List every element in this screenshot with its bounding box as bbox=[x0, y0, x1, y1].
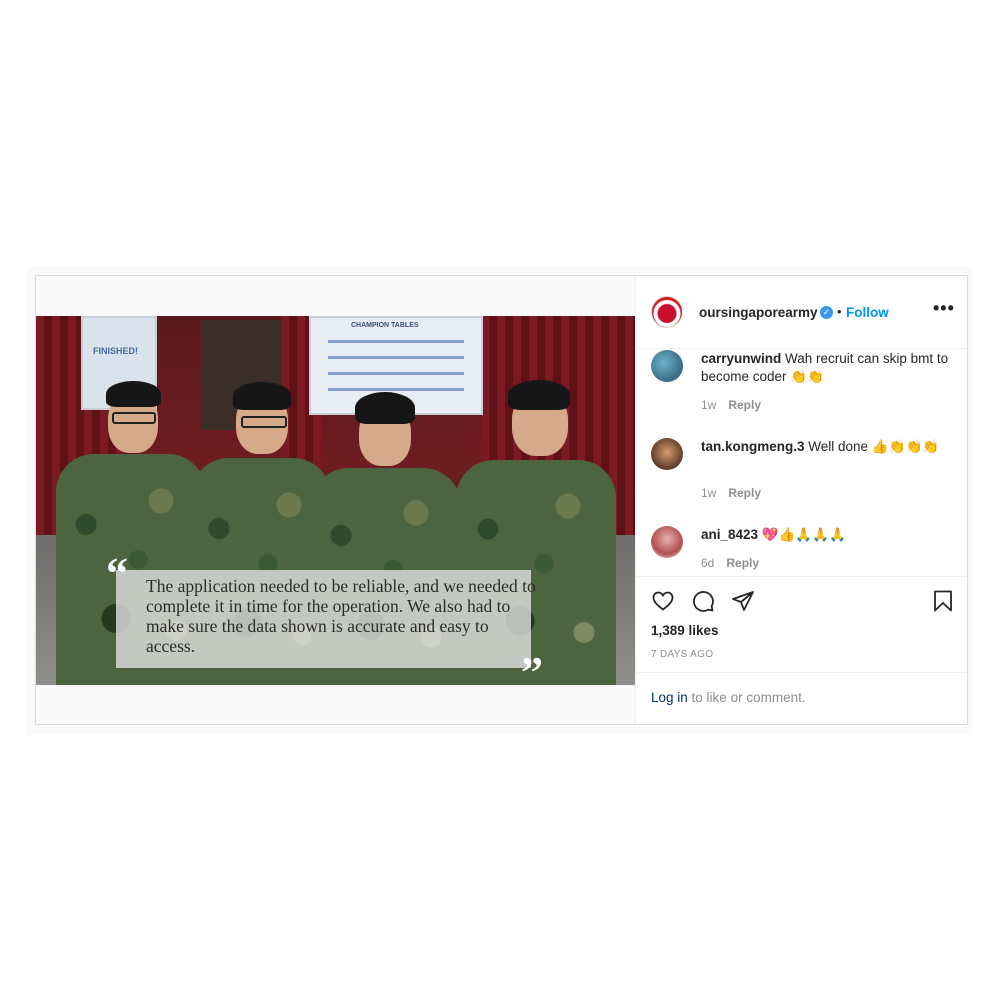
screen-left-title: FINISHED! bbox=[93, 346, 138, 356]
comment-text-block: carryunwind Wah recruit can skip bmt to … bbox=[701, 350, 951, 386]
username[interactable]: oursingaporearmy bbox=[699, 305, 818, 320]
login-link[interactable]: Log in bbox=[651, 690, 688, 705]
comment-time[interactable]: 1w bbox=[701, 398, 716, 412]
comment-username[interactable]: carryunwind bbox=[701, 351, 781, 366]
comment-time[interactable]: 1w bbox=[701, 486, 716, 500]
login-prompt: Log in to like or comment. bbox=[635, 672, 967, 725]
comment-body: Well done 👍👏👏👏 bbox=[808, 439, 940, 454]
comment-username[interactable]: tan.kongmeng.3 bbox=[701, 439, 805, 454]
comment-text-block: tan.kongmeng.3 Well done 👍👏👏👏 bbox=[701, 438, 951, 456]
quote-close-mark: ” bbox=[521, 648, 543, 686]
more-options-icon[interactable]: ••• bbox=[933, 298, 955, 319]
reply-button[interactable]: Reply bbox=[728, 398, 761, 412]
comment-body: 💖👍🙏🙏🙏 bbox=[761, 527, 846, 542]
screen-right-title: CHAMPION TABLES bbox=[351, 322, 419, 329]
comment-text-block: ani_8423 💖👍🙏🙏🙏 bbox=[701, 526, 951, 544]
profile-avatar[interactable] bbox=[651, 296, 683, 328]
comments-list[interactable]: carryunwind Wah recruit can skip bmt to … bbox=[635, 348, 967, 576]
heart-icon[interactable] bbox=[651, 589, 675, 618]
commenter-avatar[interactable] bbox=[651, 350, 683, 382]
commenter-avatar[interactable] bbox=[651, 526, 683, 558]
commenter-avatar[interactable] bbox=[651, 438, 683, 470]
login-suffix: to like or comment. bbox=[687, 690, 806, 705]
separator: • bbox=[837, 304, 842, 319]
comment-username[interactable]: ani_8423 bbox=[701, 527, 758, 542]
quote-text: The application needed to be reliable, a… bbox=[146, 576, 536, 656]
reply-button[interactable]: Reply bbox=[726, 556, 759, 570]
post-header: oursingaporearmy ✓ • Follow ••• bbox=[635, 276, 967, 349]
post-side-panel: oursingaporearmy ✓ • Follow ••• carryunw… bbox=[635, 276, 967, 724]
comment-time[interactable]: 6d bbox=[701, 556, 714, 570]
post-date[interactable]: 7 DAYS AGO bbox=[651, 649, 713, 660]
login-text: Log in to like or comment. bbox=[651, 690, 806, 705]
comment-meta: 1w Reply bbox=[701, 486, 761, 500]
post-media: FINISHED! CHAMPION TABLES “ The applicat… bbox=[36, 276, 636, 724]
likes-count[interactable]: 1,389 likes bbox=[651, 623, 719, 638]
verified-badge-icon: ✓ bbox=[820, 306, 833, 319]
share-icon[interactable] bbox=[731, 589, 755, 618]
quote-open-mark: “ bbox=[106, 549, 128, 598]
comment-meta: 1w Reply bbox=[701, 398, 761, 412]
instagram-post: FINISHED! CHAMPION TABLES “ The applicat… bbox=[35, 275, 968, 725]
post-actions: 1,389 likes 7 DAYS AGO bbox=[635, 576, 967, 673]
bookmark-icon[interactable] bbox=[931, 589, 955, 618]
post-photo[interactable]: FINISHED! CHAMPION TABLES “ The applicat… bbox=[36, 316, 635, 685]
follow-button[interactable]: Follow bbox=[846, 305, 889, 320]
comment-meta: 6d Reply bbox=[701, 556, 759, 570]
reply-button[interactable]: Reply bbox=[728, 486, 761, 500]
comment-icon[interactable] bbox=[691, 589, 715, 618]
